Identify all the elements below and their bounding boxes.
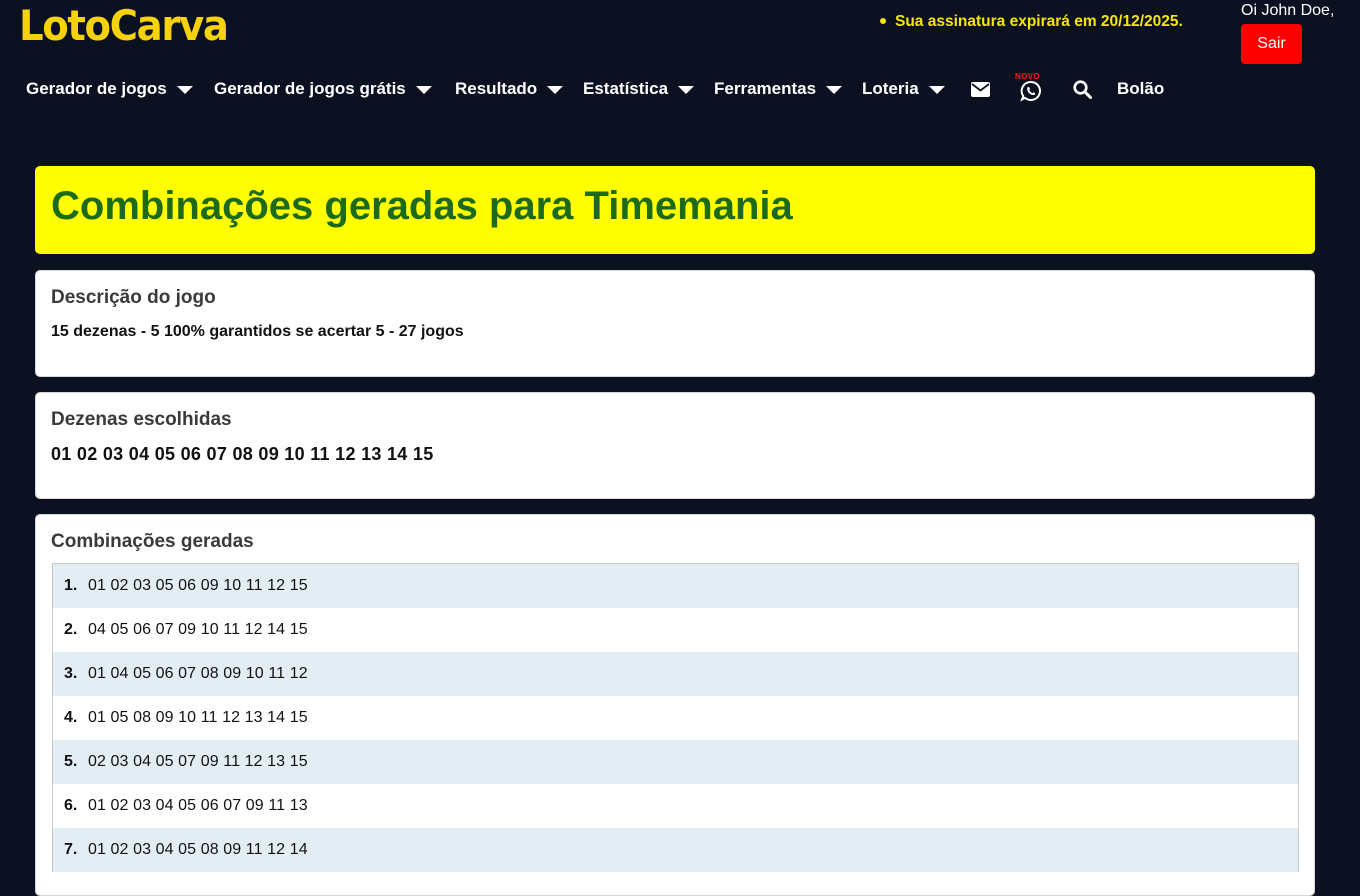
caret-down-icon: [547, 86, 564, 94]
caret-down-icon: [928, 86, 945, 94]
nav-gerador-de-jogos-gratis[interactable]: Gerador de jogos grátis: [214, 70, 432, 108]
combination-row: 5. 02 03 04 05 07 09 11 12 13 15: [53, 740, 1298, 784]
page-title: Combinações geradas para Timemania: [51, 184, 793, 228]
page-title-box: Combinações geradas para Timemania: [35, 166, 1315, 254]
combination-row: 2. 04 05 06 07 09 10 11 12 14 15: [53, 608, 1298, 652]
combination-row: 4. 01 05 08 09 10 11 12 13 14 15: [53, 696, 1298, 740]
row-index: 3.: [64, 665, 78, 682]
nav-loteria[interactable]: Loteria: [862, 70, 945, 108]
row-values: 01 05 08 09 10 11 12 13 14 15: [88, 709, 308, 726]
caret-down-icon: [415, 86, 432, 94]
row-index: 1.: [64, 577, 78, 594]
row-values: 01 02 03 05 06 09 10 11 12 15: [88, 577, 308, 594]
combination-row: 7. 01 02 03 04 05 08 09 11 12 14: [53, 828, 1298, 872]
subscription-notice: Sua assinatura expirará em 20/12/2025.: [880, 13, 1183, 31]
nav-label: Resultado: [455, 79, 538, 98]
subscription-text: Sua assinatura expirará em 20/12/2025.: [895, 13, 1183, 30]
card-heading: Dezenas escolhidas: [51, 409, 232, 430]
combinations-list: 1. 01 02 03 05 06 09 10 11 12 15 2. 04 05 …: [52, 563, 1299, 872]
combination-row: 6. 01 02 03 04 05 06 07 09 11 13: [53, 784, 1298, 828]
logout-button[interactable]: Sair: [1241, 24, 1302, 64]
row-values: 02 03 04 05 07 09 11 12 13 15: [88, 753, 308, 770]
nav-label: Ferramentas: [714, 79, 817, 98]
nav-bolao[interactable]: Bolão: [1117, 70, 1164, 108]
row-index: 5.: [64, 753, 78, 770]
main-nav: Gerador de jogos Gerador de jogos grátis…: [0, 70, 1360, 110]
row-values: 04 05 06 07 09 10 11 12 14 15: [88, 621, 308, 638]
row-index: 6.: [64, 797, 78, 814]
caret-down-icon: [176, 86, 193, 94]
nav-resultado[interactable]: Resultado: [455, 70, 564, 108]
nav-label: Estatística: [583, 79, 669, 98]
nav-label: Gerador de jogos: [26, 79, 167, 98]
row-index: 2.: [64, 621, 78, 638]
game-description: 15 dezenas - 5 100% garantidos se acerta…: [51, 323, 464, 340]
row-values: 01 02 03 04 05 06 07 09 11 13: [88, 797, 308, 814]
description-card: Descrição do jogo 15 dezenas - 5 100% ga…: [35, 270, 1315, 377]
row-values: 01 02 03 04 05 08 09 11 12 14: [88, 841, 308, 858]
row-values: 01 04 05 06 07 08 09 10 11 12: [88, 665, 308, 682]
nav-estatistica[interactable]: Estatística: [583, 70, 695, 108]
combination-row: 1. 01 02 03 05 06 09 10 11 12 15: [53, 564, 1298, 608]
nav-label: Bolão: [1117, 79, 1165, 98]
row-index: 7.: [64, 841, 78, 858]
envelope-icon[interactable]: [971, 70, 990, 108]
whatsapp-icon[interactable]: [1020, 72, 1042, 110]
combinations-card: Combinações geradas 1. 01 02 03 05 06 09 …: [35, 514, 1315, 896]
nav-ferramentas[interactable]: Ferramentas: [714, 70, 843, 108]
bullet-icon: [880, 17, 886, 24]
user-greeting: Oi John Doe,: [1241, 2, 1335, 19]
nav-label: Gerador de jogos grátis: [214, 79, 406, 98]
nav-gerador-de-jogos[interactable]: Gerador de jogos: [26, 70, 193, 108]
card-heading: Descrição do jogo: [51, 287, 216, 308]
caret-down-icon: [826, 86, 843, 94]
logo[interactable]: LotoCarva: [19, 2, 229, 50]
caret-down-icon: [678, 86, 695, 94]
row-index: 4.: [64, 709, 78, 726]
search-icon[interactable]: [1073, 70, 1092, 108]
combination-row: 3. 01 04 05 06 07 08 09 10 11 12: [53, 652, 1298, 696]
chosen-numbers: 01 02 03 04 05 06 07 08 09 10 11 12 13 1…: [51, 444, 434, 464]
card-heading: Combinações geradas: [51, 531, 254, 552]
chosen-numbers-card: Dezenas escolhidas 01 02 03 04 05 06 07 …: [35, 392, 1315, 499]
nav-label: Loteria: [862, 79, 919, 98]
